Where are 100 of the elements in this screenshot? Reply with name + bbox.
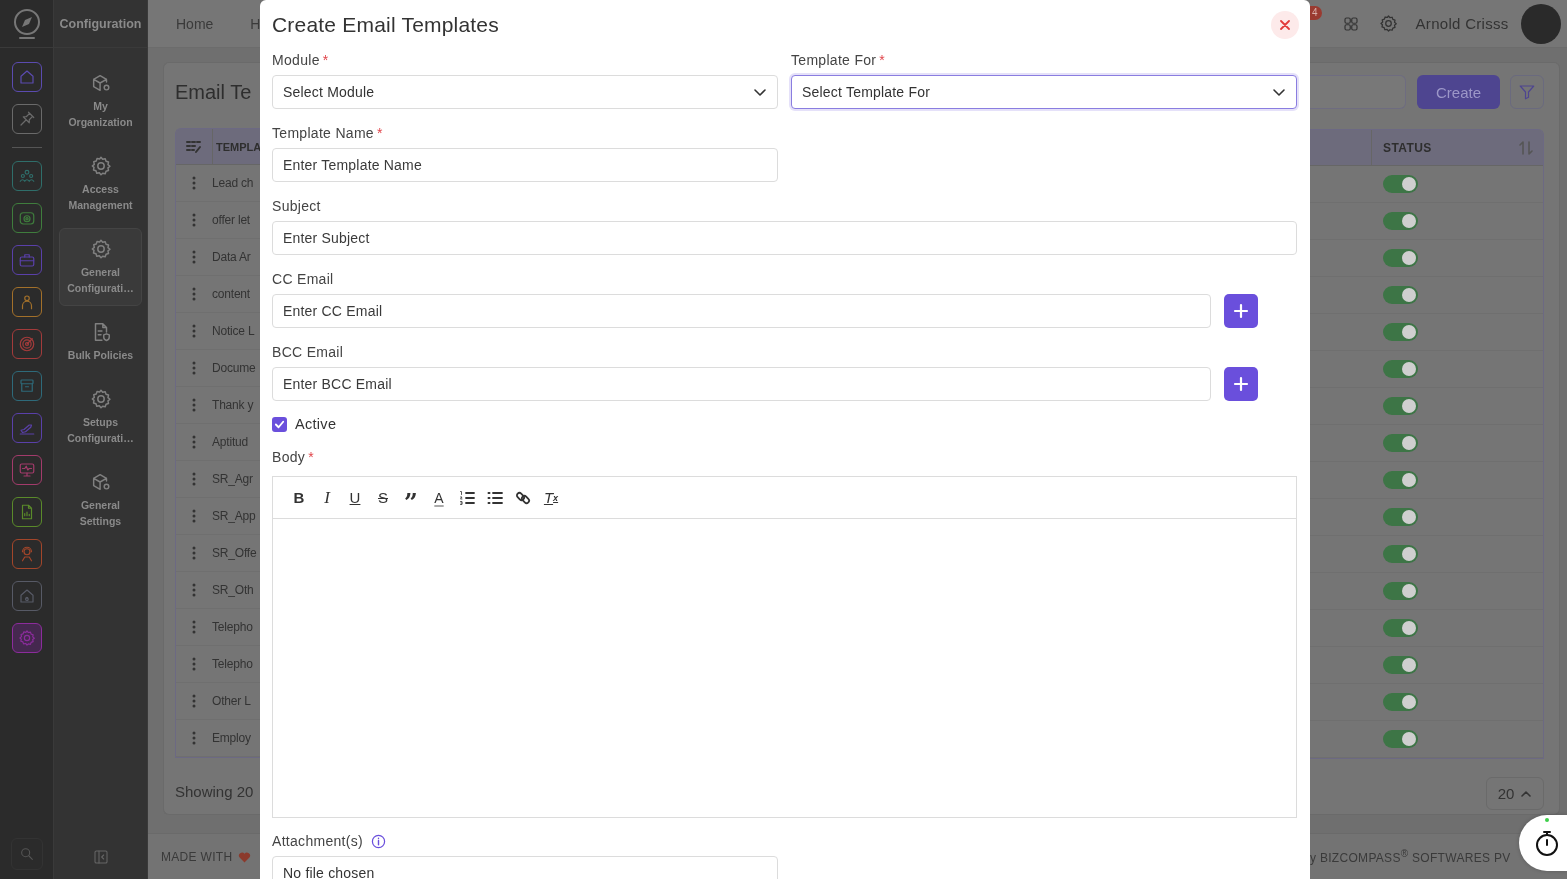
target-icon: [17, 335, 36, 353]
table-cell: Aptitud: [212, 435, 248, 449]
toggle-switch[interactable]: [1383, 508, 1418, 526]
bold-button[interactable]: B: [285, 485, 313, 510]
monitor-button[interactable]: [11, 455, 42, 485]
kebab-icon[interactable]: [192, 287, 196, 301]
toggle-switch[interactable]: [1383, 212, 1418, 230]
toggle-switch[interactable]: [1383, 175, 1418, 193]
sidebar-item[interactable]: Access Management: [59, 145, 142, 223]
kebab-icon[interactable]: [192, 176, 196, 190]
kebab-icon[interactable]: [192, 546, 196, 560]
kebab-icon[interactable]: [192, 472, 196, 486]
search-button[interactable]: [10, 838, 43, 870]
home-button[interactable]: [11, 581, 42, 611]
kebab-icon[interactable]: [192, 324, 196, 338]
filter-button[interactable]: [1510, 75, 1544, 109]
kebab-icon[interactable]: [192, 250, 196, 264]
settings-button[interactable]: [11, 623, 42, 653]
kebab-icon[interactable]: [192, 361, 196, 375]
ordered-list-icon: [459, 489, 475, 506]
add-button[interactable]: [1224, 367, 1258, 401]
select-field[interactable]: Select Module: [272, 75, 778, 109]
underline-button[interactable]: U: [341, 485, 369, 510]
file-input[interactable]: No file chosen: [272, 856, 778, 879]
toggle-switch[interactable]: [1383, 730, 1418, 748]
strike-button[interactable]: S: [369, 485, 397, 510]
sidebar-item[interactable]: My Organization: [59, 62, 142, 140]
apps-icon[interactable]: [1341, 14, 1360, 33]
settings-icon: [89, 388, 112, 410]
home-button[interactable]: [11, 62, 42, 92]
close-button[interactable]: [1271, 11, 1299, 39]
table-cell: Lead ch: [212, 176, 254, 190]
kebab-icon[interactable]: [192, 694, 196, 708]
kebab-icon[interactable]: [192, 435, 196, 449]
sidebar-item[interactable]: General Settings: [59, 461, 142, 539]
document-button[interactable]: [11, 497, 42, 527]
settings-icon[interactable]: [1378, 14, 1398, 33]
plane-button[interactable]: [11, 413, 42, 443]
quote-button[interactable]: ”: [397, 485, 425, 510]
kebab-icon[interactable]: [192, 657, 196, 671]
avatar[interactable]: [1521, 3, 1561, 44]
italic-button[interactable]: I: [313, 485, 341, 510]
kebab-icon[interactable]: [192, 398, 196, 412]
table-cell: Docume: [212, 361, 256, 375]
text-field[interactable]: Enter Template Name: [272, 148, 778, 182]
pin-button[interactable]: [11, 104, 42, 134]
target-button[interactable]: [11, 329, 42, 359]
heart-icon: [238, 850, 252, 863]
checkbox[interactable]: [272, 416, 287, 432]
kebab-icon[interactable]: [192, 509, 196, 523]
email-field[interactable]: Enter BCC Email: [272, 367, 1211, 401]
toggle-switch[interactable]: [1383, 360, 1418, 378]
sidebar-item[interactable]: Bulk Policies: [59, 311, 142, 373]
table-cell: Thank y: [212, 398, 254, 412]
disc-button[interactable]: [11, 203, 42, 233]
required-mark: *: [308, 448, 314, 467]
kebab-icon[interactable]: [192, 620, 196, 634]
toggle-switch[interactable]: [1383, 656, 1418, 674]
kebab-icon[interactable]: [192, 213, 196, 227]
field-label: Subject: [272, 197, 321, 216]
notification-badge: 4: [1310, 6, 1322, 20]
toggle-switch[interactable]: [1383, 582, 1418, 600]
add-button[interactable]: [1224, 294, 1258, 328]
checkbox-label[interactable]: Active: [295, 416, 337, 432]
info-icon: [371, 833, 387, 849]
person-button[interactable]: [11, 539, 42, 569]
collapse-icon[interactable]: [92, 849, 109, 865]
toggle-switch[interactable]: [1383, 286, 1418, 304]
pagination-text: Showing 20: [175, 783, 255, 800]
sort-icon[interactable]: [1519, 140, 1533, 155]
table-cell: Telepho: [212, 620, 253, 634]
sidebar-item[interactable]: Setups Configurati…: [59, 378, 142, 456]
kebab-icon[interactable]: [192, 731, 196, 745]
toggle-switch[interactable]: [1383, 434, 1418, 452]
bullet-list-icon: [487, 489, 503, 506]
field-label: Attachment(s): [272, 832, 364, 851]
toggle-switch[interactable]: [1383, 249, 1418, 267]
toggle-switch[interactable]: [1383, 693, 1418, 711]
plus-icon: [1233, 376, 1249, 392]
search-field[interactable]: [1310, 75, 1406, 109]
toggle-switch[interactable]: [1383, 545, 1418, 563]
table-cell: Data Ar: [212, 250, 251, 264]
briefcase-button[interactable]: [11, 245, 42, 275]
text-field[interactable]: Enter Subject: [272, 221, 1297, 255]
field-label: BCC Email: [272, 343, 344, 362]
dialog-title: Create Email Templates: [272, 13, 499, 37]
archive-button[interactable]: [11, 371, 42, 401]
column-edit-icon[interactable]: [186, 139, 202, 154]
people-button[interactable]: [11, 161, 42, 191]
toggle-switch[interactable]: [1383, 323, 1418, 341]
toggle-switch[interactable]: [1383, 471, 1418, 489]
toggle-switch[interactable]: [1383, 619, 1418, 637]
select-field[interactable]: Select Template For: [791, 75, 1297, 109]
field-label: CC Email: [272, 270, 334, 289]
kebab-icon[interactable]: [192, 583, 196, 597]
archive-icon: [17, 377, 36, 395]
email-field[interactable]: Enter CC Email: [272, 294, 1211, 328]
toggle-switch[interactable]: [1383, 397, 1418, 415]
person-button[interactable]: [11, 287, 42, 317]
color-button[interactable]: A: [425, 485, 453, 510]
